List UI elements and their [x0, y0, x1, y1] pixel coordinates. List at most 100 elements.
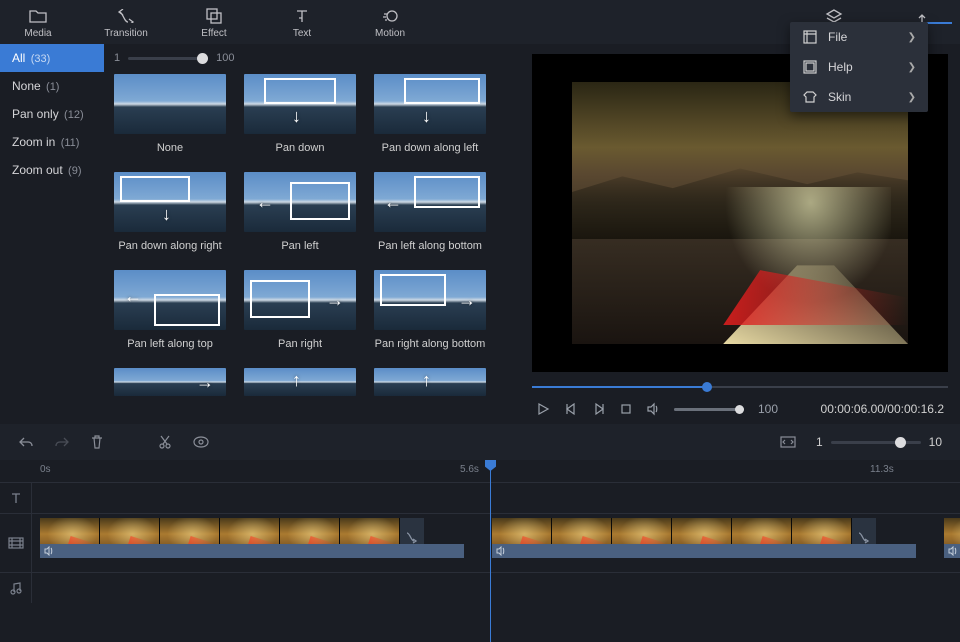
audio-strip [492, 544, 916, 558]
video-lane[interactable] [32, 514, 960, 572]
frame-back-button[interactable] [564, 402, 578, 416]
top-toolbar: Media Transition Effect Text Motion Temp… [0, 0, 960, 44]
play-button[interactable] [536, 402, 550, 416]
timeline: 0s 5.6s 11.3s [0, 460, 960, 603]
gallery-item[interactable]: →Pan right [244, 270, 356, 350]
gallery-item-label: Pan down along left [374, 142, 486, 154]
gallery-item[interactable]: ←Pan left along top [114, 270, 226, 350]
preview-image [572, 82, 908, 344]
motion-icon [381, 6, 399, 26]
menu-label: Help [828, 60, 898, 74]
music-track [0, 572, 960, 603]
gallery-item-label: Pan right [244, 338, 356, 350]
video-track [0, 513, 960, 572]
tool-label: Effect [201, 28, 226, 39]
frame-forward-button[interactable] [592, 402, 606, 416]
video-clip[interactable] [492, 518, 916, 558]
video-track-icon[interactable] [0, 514, 32, 572]
video-clip[interactable] [944, 518, 960, 558]
preview-timecode: 00:00:06.00/00:00:16.2 [821, 402, 944, 416]
gallery-item[interactable]: None [114, 74, 226, 154]
zoom-min: 1 [816, 435, 823, 449]
gallery-item[interactable]: ←Pan left [244, 172, 356, 252]
stop-button[interactable] [620, 403, 632, 415]
tool-label: Motion [375, 28, 405, 39]
category-sidebar: All (33) None (1) Pan only (12) Zoom in … [0, 44, 104, 424]
menu-label: File [828, 30, 898, 44]
audio-strip [944, 544, 960, 558]
preview-scrubber[interactable] [532, 378, 948, 396]
tool-motion[interactable]: Motion [360, 6, 420, 39]
music-track-icon[interactable] [0, 573, 32, 603]
sidebar-item-none[interactable]: None (1) [0, 72, 104, 100]
edit-toolbar: 1 10 [0, 424, 960, 460]
chevron-right-icon: ❯ [908, 62, 916, 73]
tool-text[interactable]: Text [272, 6, 332, 39]
folder-icon [29, 6, 47, 26]
gallery-item[interactable]: ←Pan left along bottom [374, 172, 486, 252]
gallery-item[interactable]: →Pan right along bottom [374, 270, 486, 350]
context-menu: File ❯ Help ❯ Skin ❯ [790, 22, 928, 112]
gallery-item[interactable]: ↓Pan down [244, 74, 356, 154]
zoom-max: 10 [929, 435, 942, 449]
menu-label: Skin [828, 90, 898, 104]
gallery-item-label: Pan down [244, 142, 356, 154]
menu-item-help[interactable]: Help ❯ [790, 52, 928, 82]
tool-label: Text [293, 28, 311, 39]
ruler-tick: 0s [40, 464, 51, 475]
sidebar-item-all[interactable]: All (33) [0, 44, 104, 72]
help-icon [802, 60, 818, 74]
file-icon [802, 30, 818, 44]
skin-icon [802, 90, 818, 104]
menu-item-skin[interactable]: Skin ❯ [790, 82, 928, 112]
sidebar-item-zoomout[interactable]: Zoom out (9) [0, 156, 104, 184]
effect-icon [206, 6, 222, 26]
gallery-item-label: None [114, 142, 226, 154]
gallery-item-label: Pan down along right [114, 240, 226, 252]
thumb-size-max: 100 [216, 52, 234, 64]
video-clip[interactable] [40, 518, 464, 558]
gallery-item[interactable]: → [114, 368, 226, 396]
sidebar-item-zoomin[interactable]: Zoom in (11) [0, 128, 104, 156]
ruler-tick: 11.3s [870, 464, 894, 475]
volume-value: 100 [758, 402, 778, 416]
tool-effect[interactable]: Effect [184, 6, 244, 39]
gallery-item-label: Pan left [244, 240, 356, 252]
menu-item-file[interactable]: File ❯ [790, 22, 928, 52]
fit-button[interactable] [780, 436, 796, 448]
thumb-size-min: 1 [114, 52, 120, 64]
redo-button[interactable] [54, 435, 70, 449]
gallery-item[interactable]: ↓Pan down along left [374, 74, 486, 154]
thumb-size-slider[interactable] [128, 57, 208, 60]
volume-icon[interactable] [646, 402, 660, 416]
effects-gallery: 1 100 None ↓Pan down↓Pan down along left ↓… [104, 44, 520, 424]
tool-transition[interactable]: Transition [96, 6, 156, 39]
sidebar-item-panonly[interactable]: Pan only (12) [0, 100, 104, 128]
delete-button[interactable] [90, 435, 104, 449]
gallery-item[interactable]: ↑ [244, 368, 356, 396]
volume-slider[interactable] [674, 408, 744, 411]
crop-button[interactable] [192, 435, 210, 449]
gallery-item-label: Pan left along bottom [374, 240, 486, 252]
timeline-ruler[interactable]: 0s 5.6s 11.3s [0, 460, 960, 482]
text-track [0, 482, 960, 513]
transition-icon [117, 6, 135, 26]
tool-label: Media [24, 28, 51, 39]
chevron-right-icon: ❯ [908, 32, 916, 43]
gallery-item[interactable]: ↑ [374, 368, 486, 396]
ruler-tick: 5.6s [460, 464, 479, 475]
tool-media[interactable]: Media [8, 6, 68, 39]
gallery-item[interactable]: ↓Pan down along right [114, 172, 226, 252]
gallery-item-label: Pan right along bottom [374, 338, 486, 350]
zoom-slider[interactable] [831, 441, 921, 444]
tool-label: Transition [104, 28, 148, 39]
cut-button[interactable] [158, 435, 172, 449]
preview-controls: 100 00:00:06.00/00:00:16.2 [520, 396, 960, 424]
playhead[interactable] [490, 460, 491, 642]
gallery-item-label: Pan left along top [114, 338, 226, 350]
undo-button[interactable] [18, 435, 34, 449]
audio-strip [40, 544, 464, 558]
text-track-icon[interactable] [0, 483, 32, 513]
text-icon [294, 6, 310, 26]
chevron-right-icon: ❯ [908, 92, 916, 103]
